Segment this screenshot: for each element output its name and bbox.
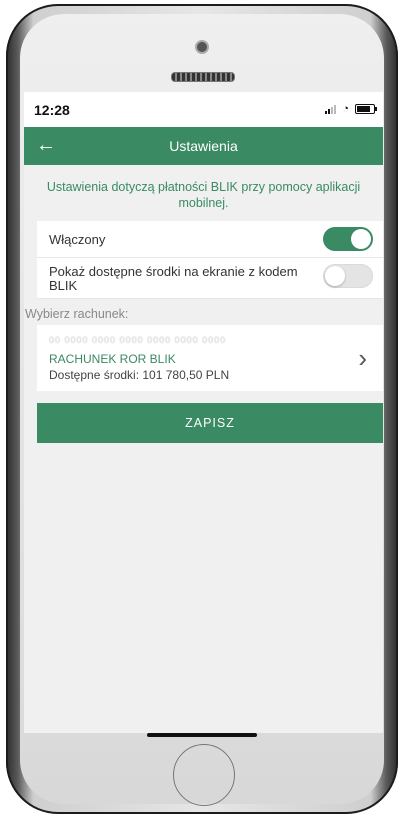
show-funds-label: Pokaż dostępne środki na ekranie z kodem…: [49, 264, 298, 293]
wifi-icon: ◔: [342, 103, 349, 115]
show-funds-toggle[interactable]: [323, 264, 373, 288]
account-selector[interactable]: 00 0000 0000 0000 0000 0000 0000 RACHUNE…: [37, 325, 383, 391]
speaker-grille: [171, 72, 235, 82]
home-indicator[interactable]: [147, 733, 257, 737]
account-name: RACHUNEK ROR BLIK: [49, 352, 176, 366]
account-number: 00 0000 0000 0000 0000 0000 0000: [49, 335, 227, 345]
status-bar: 12:28 ◔: [24, 92, 383, 127]
save-button[interactable]: ZAPISZ: [37, 403, 383, 443]
battery-icon: [355, 104, 377, 114]
page-title: Ustawienia: [169, 138, 238, 154]
home-button[interactable]: [172, 744, 235, 806]
camera-icon: [197, 42, 207, 52]
status-icons: ◔: [325, 103, 377, 115]
account-section-label: Wybierz rachunek:: [25, 307, 129, 321]
status-time: 12:28: [34, 102, 70, 118]
toggle-knob: [351, 229, 371, 249]
account-balance: Dostępne środki: 101 780,50 PLN: [49, 368, 230, 382]
enabled-label: Włączony: [49, 232, 106, 247]
toggle-knob: [325, 266, 345, 286]
phone-screen: 12:28 ◔ ← Ustawienia Ustawienia dotyczą …: [24, 92, 383, 733]
signal-icon: [325, 105, 337, 114]
enabled-setting-row: Włączony: [37, 221, 383, 258]
app-header: ← Ustawienia: [24, 127, 383, 165]
chevron-right-icon: ›: [358, 343, 367, 373]
show-funds-setting-row: Pokaż dostępne środki na ekranie z kodem…: [37, 258, 383, 299]
info-text: Ustawienia dotyczą płatności BLIK przy p…: [46, 180, 361, 210]
enabled-toggle[interactable]: [323, 227, 373, 251]
